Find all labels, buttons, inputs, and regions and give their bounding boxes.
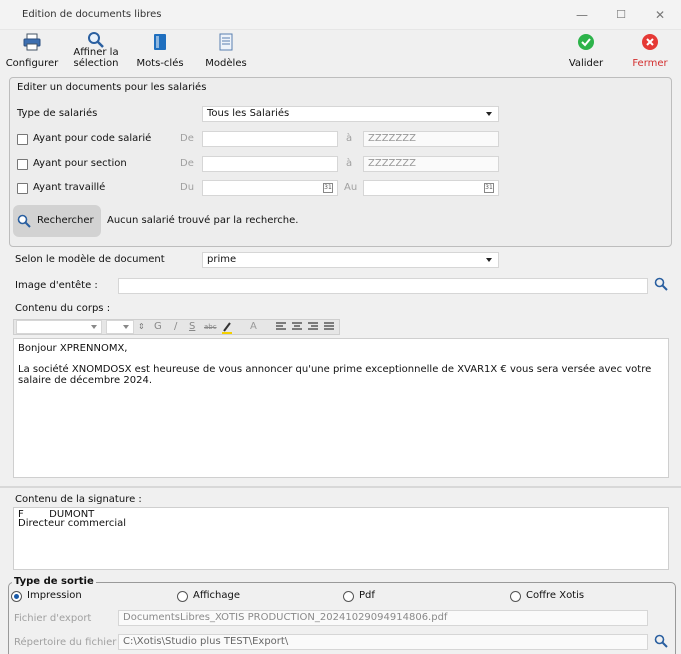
strikethrough-button[interactable]: abc xyxy=(204,320,217,334)
window-title: Edition de documents libres xyxy=(22,9,162,20)
travaille-label: Ayant travaillé xyxy=(33,182,106,193)
export-dir-input[interactable]: C:\Xotis\Studio plus TEST\Export\ xyxy=(118,634,648,650)
minimize-button[interactable]: — xyxy=(567,5,597,25)
code-salarie-checkbox[interactable] xyxy=(17,134,28,145)
rechercher-button[interactable]: Rechercher xyxy=(13,205,101,237)
output-legend: Type de sortie xyxy=(12,575,96,589)
body-editor[interactable]: Bonjour XPRENNOMX, La société XNOMDOSX e… xyxy=(13,338,669,478)
font-size-select[interactable] xyxy=(106,320,134,334)
modele-value: prime xyxy=(207,254,237,265)
section-checkbox[interactable] xyxy=(17,159,28,170)
search-icon[interactable] xyxy=(654,277,668,291)
affiner-selection-button[interactable]: Affiner la sélection xyxy=(67,30,125,72)
code-de-label: De xyxy=(180,133,194,144)
calendar-icon[interactable]: 31 xyxy=(323,183,333,193)
radio-coffre-xotis[interactable] xyxy=(510,591,521,602)
font-color-button[interactable]: A xyxy=(250,320,257,334)
signature-line-title: Directeur commercial xyxy=(18,518,127,529)
configurer-button[interactable]: Configurer xyxy=(3,30,61,72)
image-entete-input[interactable] xyxy=(118,278,648,294)
search-icon[interactable] xyxy=(654,634,668,648)
option-coffre-label: Coffre Xotis xyxy=(526,590,585,601)
section-a-label: à xyxy=(346,158,353,169)
radio-pdf[interactable] xyxy=(343,591,354,602)
dropdown-arrow-icon xyxy=(123,325,129,329)
date-from-input[interactable]: 31 xyxy=(202,180,338,196)
dropdown-arrow-icon xyxy=(486,112,492,116)
affiner-label-2: sélection xyxy=(73,58,119,69)
corps-label: Contenu du corps : xyxy=(15,303,111,314)
modeles-label: Modèles xyxy=(205,58,247,69)
bold-button[interactable]: G xyxy=(154,320,162,334)
maximize-button[interactable]: ☐ xyxy=(606,5,636,25)
section-to-value: ZZZZZZZ xyxy=(368,158,416,169)
travail-du-label: Du xyxy=(180,182,195,193)
valider-label: Valider xyxy=(568,58,604,69)
document-template-icon xyxy=(219,33,233,51)
printer-icon xyxy=(23,33,41,51)
modele-label: Selon le modèle de document xyxy=(15,254,165,265)
type-salaries-value: Tous les Salariés xyxy=(207,108,290,119)
radio-impression[interactable] xyxy=(11,591,22,602)
valider-button[interactable]: Valider xyxy=(563,30,609,72)
window-titlebar: Edition de documents libres — ☐ ✕ xyxy=(0,0,681,30)
section-divider xyxy=(0,486,681,488)
code-to-input[interactable]: ZZZZZZZ xyxy=(363,131,499,147)
main-toolbar: Configurer Affiner la sélection Mots-clé… xyxy=(0,30,681,72)
section-label: Ayant pour section xyxy=(33,158,127,169)
filters-heading: Editer un documents pour les salariés xyxy=(17,82,207,93)
body-line-greeting: Bonjour XPRENNOMX, xyxy=(18,343,128,354)
option-affichage-label: Affichage xyxy=(193,590,240,601)
code-from-input[interactable] xyxy=(202,131,338,147)
book-icon xyxy=(154,34,166,50)
type-salaries-select[interactable]: Tous les Salariés xyxy=(202,106,499,122)
search-icon xyxy=(17,214,31,228)
highlighter-icon[interactable] xyxy=(222,321,232,334)
close-circle-icon xyxy=(642,34,658,50)
export-file-value: DocumentsLibres_XOTIS PRODUCTION_2024102… xyxy=(123,612,448,623)
code-salarie-label: Ayant pour code salarié xyxy=(33,133,152,144)
type-salaries-label: Type de salariés xyxy=(17,108,98,119)
fermer-button[interactable]: Fermer xyxy=(627,30,673,72)
option-pdf-label: Pdf xyxy=(359,590,375,601)
signature-label: Contenu de la signature : xyxy=(15,494,142,505)
date-to-input[interactable]: 31 xyxy=(363,180,499,196)
option-impression-label: Impression xyxy=(27,590,82,601)
section-from-input[interactable] xyxy=(202,156,338,172)
code-to-value: ZZZZZZZ xyxy=(368,133,416,144)
modeles-button[interactable]: Modèles xyxy=(199,30,253,72)
section-to-input[interactable]: ZZZZZZZ xyxy=(363,156,499,172)
mots-cles-label: Mots-clés xyxy=(136,58,184,69)
close-window-button[interactable]: ✕ xyxy=(645,5,675,25)
calendar-icon[interactable]: 31 xyxy=(484,183,494,193)
dropdown-arrow-icon xyxy=(91,325,97,329)
underline-button[interactable]: S xyxy=(189,320,195,334)
signature-editor[interactable]: F DUMONT Directeur commercial xyxy=(13,507,669,570)
export-file-label: Fichier d'export xyxy=(14,613,92,624)
alignment-icons[interactable] xyxy=(276,322,338,332)
modele-select[interactable]: prime xyxy=(202,252,499,268)
rechercher-label: Rechercher xyxy=(37,215,94,226)
font-size-stepper-icon[interactable]: ⇕ xyxy=(138,320,145,334)
configurer-label: Configurer xyxy=(5,58,59,69)
export-file-input[interactable]: DocumentsLibres_XOTIS PRODUCTION_2024102… xyxy=(118,610,648,626)
editor-toolbar: ⇕ G / S abc A xyxy=(13,319,340,335)
travail-au-label: Au xyxy=(344,182,358,193)
section-de-label: De xyxy=(180,158,194,169)
font-family-select[interactable] xyxy=(16,320,102,334)
export-dir-label: Répertoire du fichier xyxy=(14,637,117,648)
body-line-end: salaire de décembre 2024. xyxy=(18,375,153,386)
search-result-text: Aucun salarié trouvé par la recherche. xyxy=(107,215,299,226)
travaille-checkbox[interactable] xyxy=(17,183,28,194)
code-a-label: à xyxy=(346,133,353,144)
image-entete-label: Image d'entête : xyxy=(15,280,98,291)
radio-affichage[interactable] xyxy=(177,591,188,602)
export-dir-value: C:\Xotis\Studio plus TEST\Export\ xyxy=(123,636,289,647)
affiner-label-1: Affiner la xyxy=(73,47,119,58)
fermer-label: Fermer xyxy=(632,58,668,69)
checkmark-icon xyxy=(578,34,594,50)
italic-button[interactable]: / xyxy=(174,320,177,334)
mots-cles-button[interactable]: Mots-clés xyxy=(132,30,188,72)
dropdown-arrow-icon xyxy=(486,258,492,262)
